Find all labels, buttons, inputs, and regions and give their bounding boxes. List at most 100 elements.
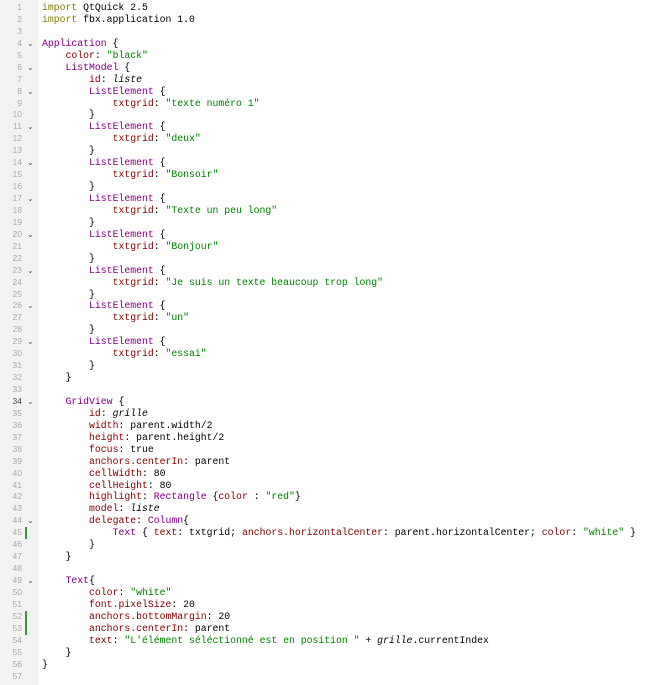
code-line[interactable]: 40 cellWidth: 80 bbox=[0, 468, 660, 480]
property-name: text bbox=[153, 527, 178, 539]
fold-chevron-down-icon[interactable]: ⌄ bbox=[27, 157, 34, 169]
line-content: txtgrid: "texte numéro 1" bbox=[42, 98, 260, 110]
line-number: 46 bbox=[12, 539, 22, 550]
code-line[interactable]: 16 } bbox=[0, 181, 660, 193]
code-line[interactable]: 46 } bbox=[0, 539, 660, 551]
fold-chevron-down-icon[interactable]: ⌄ bbox=[27, 121, 34, 133]
type-name: ListModel bbox=[65, 61, 119, 73]
modified-line-marker bbox=[25, 527, 27, 540]
code-line[interactable]: 6 ⌄ ListModel { bbox=[0, 62, 660, 74]
code-line[interactable]: 7 id: liste bbox=[0, 74, 660, 86]
property-name: color bbox=[65, 49, 95, 61]
code-line[interactable]: 29 ⌄ ListElement { bbox=[0, 336, 660, 348]
line-number: 7 bbox=[17, 73, 22, 84]
code-editor[interactable]: 1 import QtQuick 2.5 2 import fbx.applicati… bbox=[0, 2, 660, 682]
code-line[interactable]: 36 width: parent.width/2 bbox=[0, 420, 660, 432]
code-line[interactable]: 2 import fbx.application 1.0 bbox=[0, 14, 660, 26]
code-line[interactable]: 49 ⌄ Text{ bbox=[0, 575, 660, 587]
fold-chevron-down-icon[interactable]: ⌄ bbox=[27, 193, 34, 205]
code-line[interactable]: 11 ⌄ ListElement { bbox=[0, 121, 660, 133]
code-line[interactable]: 26 ⌄ ListElement { bbox=[0, 300, 660, 312]
code-line[interactable]: 34 ⌄ GridView { bbox=[0, 396, 660, 408]
line-content: color: "white" bbox=[42, 587, 171, 599]
code-line[interactable]: 33 bbox=[0, 384, 660, 396]
code-line[interactable]: 18 txtgrid: "Texte un peu long" bbox=[0, 205, 660, 217]
code-line[interactable]: 47 } bbox=[0, 551, 660, 563]
code-line[interactable]: 30 txtgrid: "essai" bbox=[0, 348, 660, 360]
identifier: grille bbox=[377, 634, 413, 646]
line-content: txtgrid: "essai" bbox=[42, 348, 207, 360]
code-line[interactable]: 53 anchors.centerIn: parent bbox=[0, 622, 660, 635]
code-line[interactable]: 19 } bbox=[0, 217, 660, 229]
code-line[interactable]: 9 txtgrid: "texte numéro 1" bbox=[0, 98, 660, 110]
code-line[interactable]: 14 ⌄ ListElement { bbox=[0, 157, 660, 169]
fold-chevron-down-icon[interactable]: ⌄ bbox=[27, 515, 34, 527]
line-number: 35 bbox=[12, 407, 22, 418]
code-line[interactable]: 35 id: grille bbox=[0, 408, 660, 420]
code-line[interactable]: 17 ⌄ ListElement { bbox=[0, 193, 660, 205]
code-line[interactable]: 3 bbox=[0, 26, 660, 38]
code-line[interactable]: 50 color: "white" bbox=[0, 587, 660, 599]
code-line[interactable]: 8 ⌄ ListElement { bbox=[0, 86, 660, 98]
code-text: .currentIndex bbox=[412, 634, 489, 646]
code-line[interactable]: 28 } bbox=[0, 324, 660, 336]
code-line[interactable]: 4 ⌄ Application { bbox=[0, 38, 660, 50]
code-line[interactable]: 10 } bbox=[0, 109, 660, 121]
code-line[interactable]: 51 font.pixelSize: 20 bbox=[0, 599, 660, 611]
code-line[interactable]: 38 focus: true bbox=[0, 444, 660, 456]
code-text: : bbox=[118, 503, 131, 515]
code-line[interactable]: 56} bbox=[0, 659, 660, 671]
line-number: 45 bbox=[12, 527, 22, 538]
code-line[interactable]: 39 anchors.centerIn: parent bbox=[0, 456, 660, 468]
identifier: liste bbox=[130, 503, 160, 515]
code-line[interactable]: 5 color: "black" bbox=[0, 50, 660, 62]
code-line[interactable]: 52 anchors.bottomMargin: 20 bbox=[0, 610, 660, 623]
code-line[interactable]: 21 txtgrid: "Bonjour" bbox=[0, 241, 660, 253]
code-line[interactable]: 43 model: liste bbox=[0, 503, 660, 515]
code-line[interactable]: 23 ⌄ ListElement { bbox=[0, 265, 660, 277]
code-text: { bbox=[153, 85, 166, 97]
code-line[interactable]: 24 txtgrid: "Je suis un texte beaucoup t… bbox=[0, 277, 660, 289]
code-line[interactable]: 42 highlight: Rectangle {color : "red"} bbox=[0, 491, 660, 503]
code-line[interactable]: 15 txtgrid: "Bonsoir" bbox=[0, 169, 660, 181]
code-line[interactable]: 48 bbox=[0, 563, 660, 575]
code-line[interactable]: 25 } bbox=[0, 289, 660, 301]
code-line[interactable]: 1 import QtQuick 2.5 bbox=[0, 2, 660, 14]
fold-chevron-down-icon[interactable]: ⌄ bbox=[27, 575, 34, 587]
code-line[interactable]: 37 height: parent.height/2 bbox=[0, 432, 660, 444]
fold-chevron-down-icon[interactable]: ⌄ bbox=[27, 86, 34, 98]
code-line[interactable]: 20 ⌄ ListElement { bbox=[0, 229, 660, 241]
code-line[interactable]: 55 } bbox=[0, 647, 660, 659]
code-line[interactable]: 27 txtgrid: "un" bbox=[0, 312, 660, 324]
code-text: QtQuick 2.5 bbox=[77, 2, 148, 13]
fold-chevron-down-icon[interactable]: ⌄ bbox=[27, 229, 34, 241]
code-line[interactable]: 41 cellHeight: 80 bbox=[0, 480, 660, 492]
code-text: { bbox=[118, 61, 131, 73]
fold-chevron-down-icon[interactable]: ⌄ bbox=[27, 265, 34, 277]
fold-chevron-down-icon[interactable]: ⌄ bbox=[27, 336, 34, 348]
code-line[interactable]: 44 ⌄ delegate: Column{ bbox=[0, 515, 660, 527]
code-text: } bbox=[42, 216, 95, 228]
code-line[interactable]: 54 text: "L'élément séléctionné est en p… bbox=[0, 635, 660, 647]
code-line[interactable]: 22 } bbox=[0, 253, 660, 265]
code-line[interactable]: 31 } bbox=[0, 360, 660, 372]
fold-chevron-down-icon[interactable]: ⌄ bbox=[27, 38, 34, 50]
fold-chevron-down-icon[interactable]: ⌄ bbox=[27, 62, 34, 74]
code-text: } bbox=[624, 527, 636, 539]
code-line[interactable]: 12 txtgrid: "deux" bbox=[0, 133, 660, 145]
code-line[interactable]: 45 Text { text: txtgrid; anchors.horizon… bbox=[0, 527, 660, 540]
fold-chevron-down-icon[interactable]: ⌄ bbox=[27, 396, 34, 408]
type-name: ListElement bbox=[89, 193, 154, 204]
line-number: 14 bbox=[12, 157, 22, 168]
fold-chevron-down-icon[interactable]: ⌄ bbox=[27, 300, 34, 312]
code-line[interactable]: 13 } bbox=[0, 145, 660, 157]
code-line[interactable]: 32 } bbox=[0, 372, 660, 384]
property-name: anchors.bottomMargin bbox=[89, 610, 207, 622]
code-line[interactable]: 57 bbox=[0, 671, 660, 683]
